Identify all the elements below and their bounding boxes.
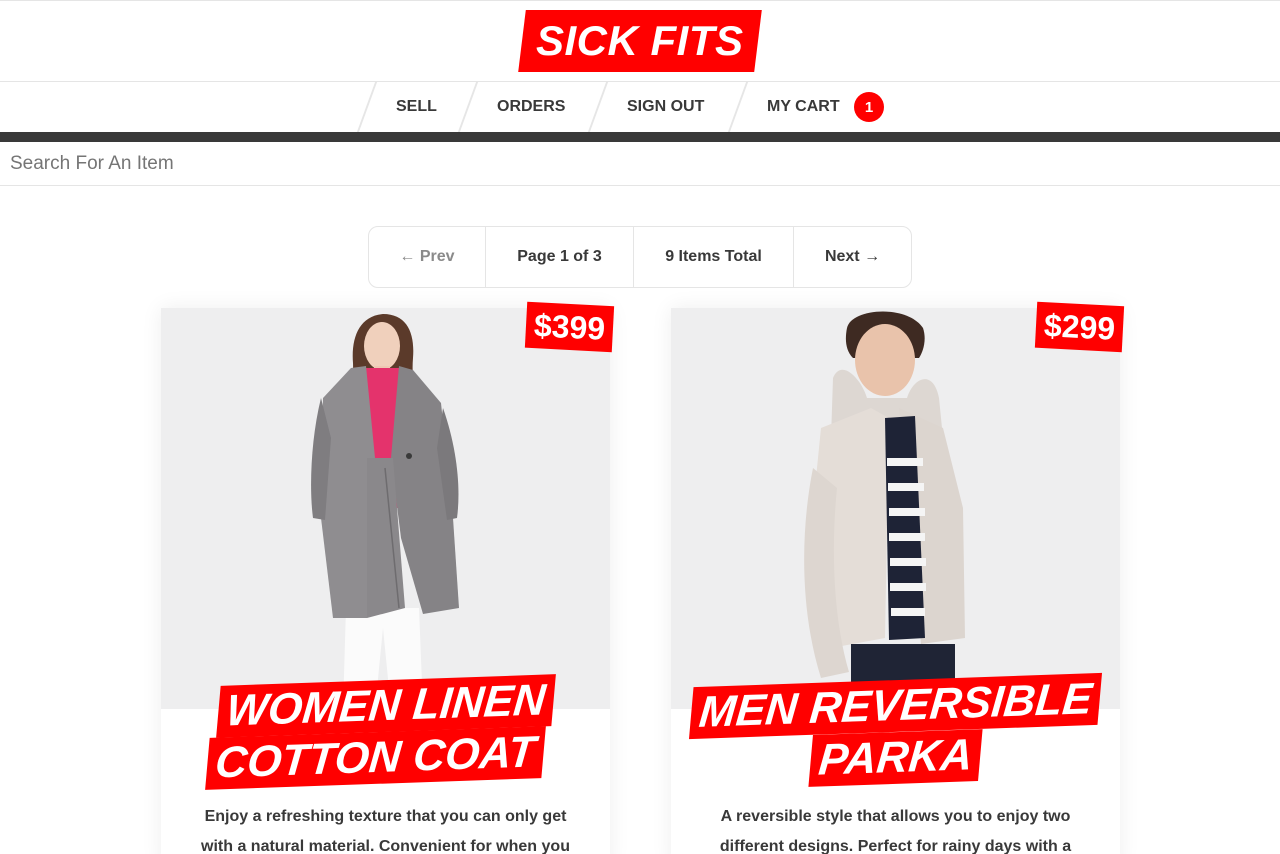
logo-text: SICK FITS (536, 17, 744, 64)
items-total: 9 Items Total (634, 227, 794, 287)
sign-out-button[interactable]: SIGN OUT (627, 82, 704, 132)
product-title-line: MEN REVERSIBLE (688, 672, 1103, 740)
price-tag: $299 (1034, 301, 1125, 353)
nav-divider (587, 82, 609, 132)
search-input[interactable] (0, 142, 1280, 185)
main-nav: SELL ORDERS SIGN OUT MY CART 1 (0, 82, 1280, 132)
product-description: A reversible style that allows you to en… (719, 808, 1072, 854)
product-card: $299 MEN REVERSIBLE PARKA A reversible s… (671, 301, 1125, 854)
nav-divider (356, 82, 378, 132)
header-divider-bar (0, 132, 1280, 142)
product-title-link[interactable]: WOMEN LINEN COTTON COAT (205, 674, 558, 790)
pagination: ← Prev Page 1 of 3 9 Items Total Next → (368, 226, 912, 288)
product-description: Enjoy a refreshing texture that you can … (201, 808, 570, 854)
header-top: SICK FITS (0, 0, 1280, 82)
nav-orders-link[interactable]: ORDERS (497, 82, 565, 132)
prev-page-link[interactable]: ← Prev (369, 227, 486, 287)
product-title-line: COTTON COAT (205, 726, 546, 790)
price-tag: $399 (524, 301, 615, 353)
logo-link[interactable]: SICK FITS (518, 10, 762, 72)
cart-count-badge[interactable]: 1 (854, 92, 884, 122)
next-page-link[interactable]: Next → (794, 227, 911, 287)
parka-photo-icon (671, 308, 1120, 709)
product-card: $399 WOMEN LINEN COTTON COAT Enjoy a ref… (161, 301, 615, 854)
nav-sell-link[interactable]: SELL (396, 82, 437, 132)
product-title-link[interactable]: MEN REVERSIBLE PARKA (685, 672, 1106, 787)
site-header: SICK FITS SELL ORDERS SIGN OUT MY CART 1 (0, 0, 1280, 142)
nav-divider (457, 82, 479, 132)
product-title-line: PARKA (808, 729, 983, 787)
product-image[interactable] (161, 308, 610, 709)
product-image[interactable] (671, 308, 1120, 709)
coat-photo-icon (161, 308, 610, 709)
search-bar (0, 142, 1280, 186)
my-cart-button[interactable]: MY CART (767, 82, 840, 132)
nav-divider (727, 82, 749, 132)
page-indicator: Page 1 of 3 (486, 227, 634, 287)
